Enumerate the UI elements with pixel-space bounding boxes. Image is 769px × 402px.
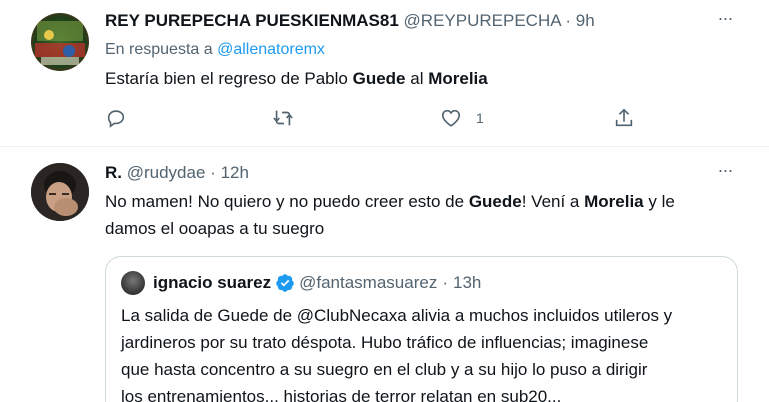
- separator-dot: ·: [442, 273, 448, 292]
- tweet-text-line: damos el ooapas a tu suegro: [105, 219, 325, 238]
- quoted-text-line: que hasta concentro a su suegro en el cl…: [121, 360, 648, 379]
- avatar[interactable]: [31, 163, 89, 221]
- text-segment: y le: [643, 192, 675, 211]
- separator-dot: ·: [565, 11, 572, 30]
- retweet-icon: [273, 110, 293, 126]
- reply-context: En respuesta a @allenatoremx: [105, 41, 325, 59]
- tweet-text-line: No mamen! No quiero y no puedo creer est…: [105, 188, 745, 215]
- reply-mention-link[interactable]: @allenatoremx: [217, 41, 325, 58]
- quoted-tweet[interactable]: ignacio suarez @fantasmasuarez · 13h La …: [105, 256, 738, 402]
- display-name[interactable]: R.: [105, 163, 122, 182]
- text-segment: Estaría bien el regreso de Pablo: [105, 69, 353, 88]
- text-segment: No mamen! No quiero y no puedo creer est…: [105, 192, 469, 211]
- tweet-actions: 1: [105, 106, 645, 130]
- quoted-text-line: jardineros por su trato déspota. Hubo tr…: [121, 333, 649, 352]
- timestamp[interactable]: 9h: [576, 11, 595, 30]
- user-handle[interactable]: @fantasmasuarez: [299, 273, 437, 293]
- user-handle[interactable]: @REYPUREPECHA: [404, 11, 561, 30]
- quoted-text-line: La salida de Guede de @ClubNecaxa alivia…: [121, 306, 673, 325]
- reply-prefix: En respuesta a: [105, 41, 213, 58]
- share-icon: [615, 108, 633, 127]
- quoted-text-line: los entrenamientos... historias de terro…: [121, 387, 562, 402]
- tweet-text: No mamen! No quiero y no puedo creer est…: [105, 188, 745, 242]
- text-segment: al: [405, 69, 429, 88]
- verified-icon: [276, 274, 294, 292]
- highlight-term: Morelia: [428, 69, 488, 88]
- avatar[interactable]: [121, 271, 145, 295]
- tweet-text: Estaría bien el regreso de Pablo Guede a…: [105, 65, 488, 92]
- highlight-term: Morelia: [584, 192, 644, 211]
- user-handle[interactable]: @rudydae: [127, 163, 206, 182]
- timestamp[interactable]: 13h: [453, 273, 481, 293]
- more-icon[interactable]: ···: [715, 9, 735, 31]
- tweet-header: REY PUREPECHA PUESKIENMAS81 @REYPUREPECH…: [105, 11, 595, 31]
- separator-dot: ·: [210, 163, 216, 182]
- highlight-term: Guede: [468, 192, 522, 211]
- reply-button[interactable]: [105, 106, 127, 130]
- like-button[interactable]: 1: [440, 106, 484, 130]
- timestamp[interactable]: 12h: [221, 163, 249, 182]
- retweet-button[interactable]: [272, 106, 294, 130]
- quoted-tweet-text: La salida de Guede de @ClubNecaxa alivia…: [121, 302, 731, 402]
- display-name[interactable]: ignacio suarez: [153, 273, 271, 293]
- like-icon: [441, 109, 461, 127]
- reply-icon: [107, 110, 125, 128]
- like-count: 1: [476, 110, 484, 126]
- more-icon[interactable]: ···: [715, 161, 735, 183]
- highlight-term: Guede: [352, 69, 406, 88]
- display-name[interactable]: REY PUREPECHA PUESKIENMAS81: [105, 11, 399, 30]
- tweet-reply-1[interactable]: REY PUREPECHA PUESKIENMAS81 @REYPUREPECH…: [0, 0, 769, 147]
- avatar[interactable]: [31, 13, 89, 71]
- quoted-tweet-header: ignacio suarez @fantasmasuarez · 13h: [153, 273, 481, 293]
- share-button[interactable]: [613, 106, 635, 130]
- text-segment: ! Vení a: [521, 192, 585, 211]
- tweet-header: R. @rudydae · 12h: [105, 163, 249, 183]
